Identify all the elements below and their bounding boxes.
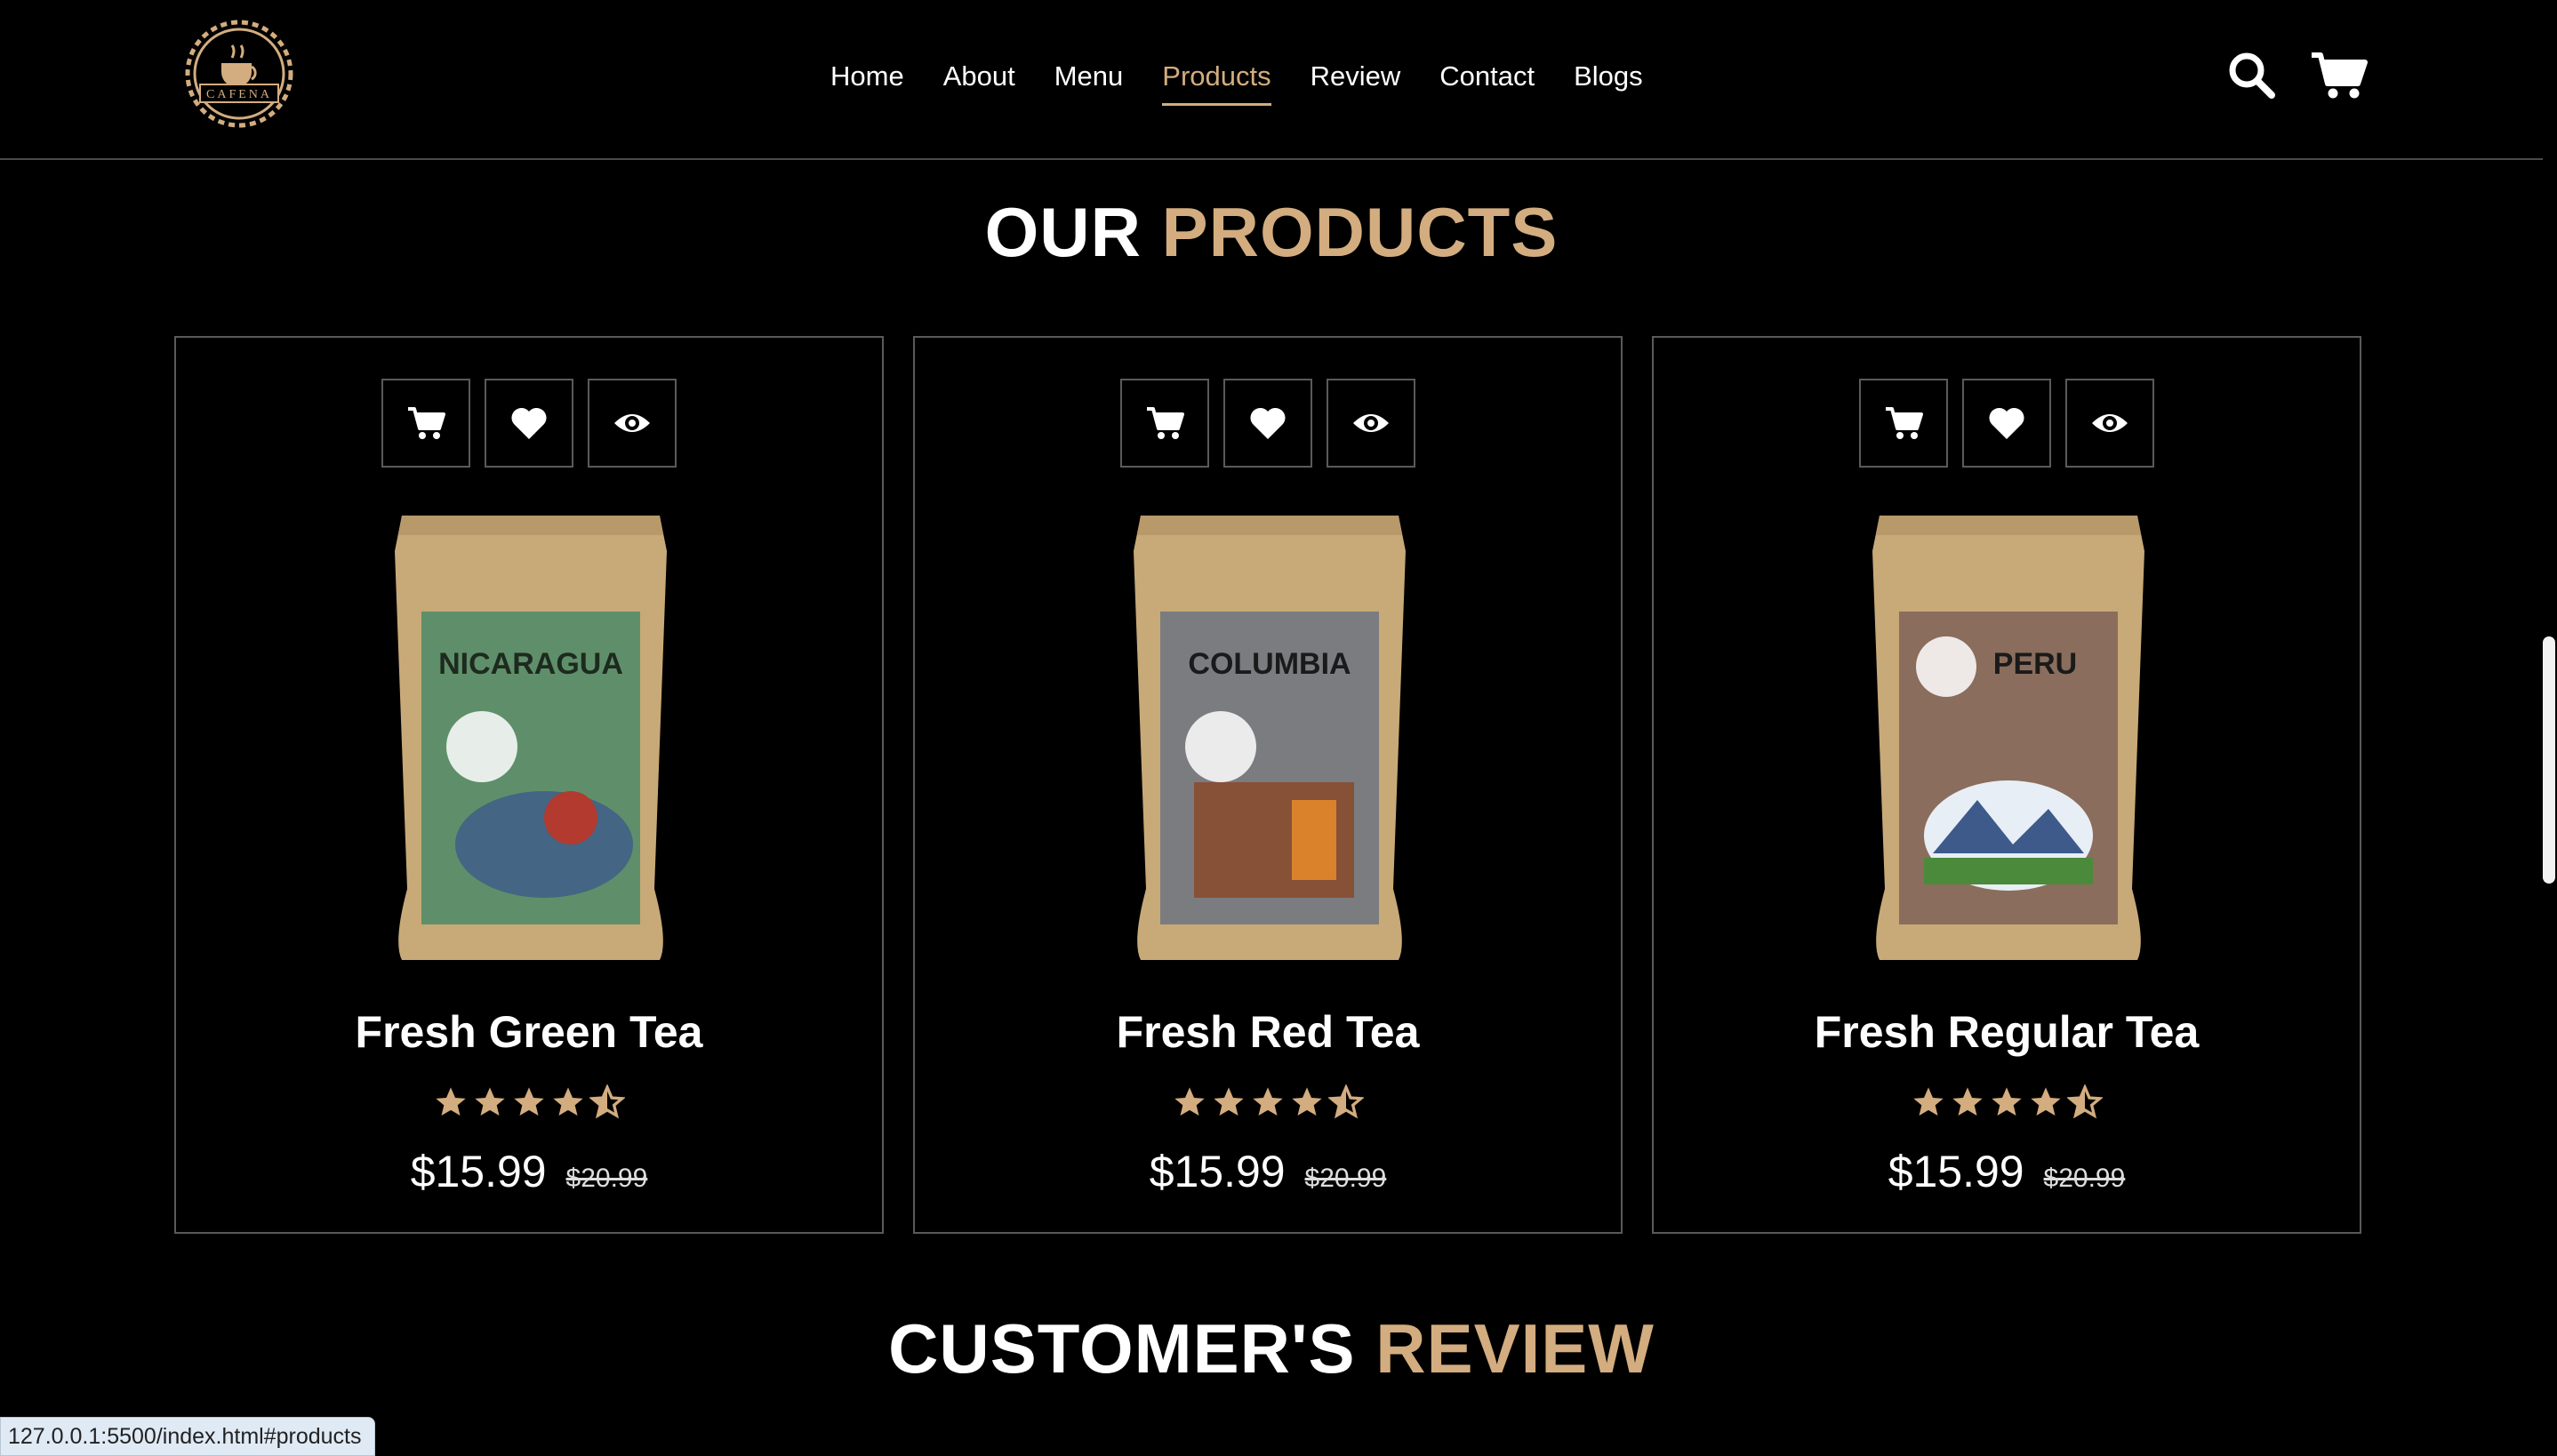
product-actions bbox=[1654, 379, 2360, 468]
products-heading: OUR PRODUCTS bbox=[0, 192, 2543, 273]
scrollbar-thumb[interactable] bbox=[2543, 636, 2555, 884]
old-price: $20.99 bbox=[2043, 1164, 2126, 1193]
old-price: $20.99 bbox=[565, 1164, 648, 1193]
star-icon bbox=[1913, 1087, 1944, 1116]
product-name: Fresh Red Tea bbox=[1116, 1007, 1420, 1057]
current-price: $15.99 bbox=[410, 1147, 547, 1196]
quick-view-button[interactable] bbox=[588, 379, 677, 468]
product-card: COLUMBIA Fresh Red Tea $15.99 $20.99 bbox=[913, 336, 1623, 1234]
main-nav: Home About Menu Products Review Contact … bbox=[830, 55, 1643, 108]
product-price: $15.99 $20.99 bbox=[176, 1145, 882, 1205]
nav-blogs[interactable]: Blogs bbox=[1574, 55, 1643, 103]
eye-icon bbox=[614, 414, 650, 432]
heart-icon bbox=[511, 407, 547, 439]
star-icon bbox=[1992, 1087, 2022, 1116]
nav-review[interactable]: Review bbox=[1311, 55, 1401, 103]
cart-icon bbox=[408, 407, 445, 439]
search-icon[interactable] bbox=[2226, 50, 2276, 100]
product-actions bbox=[176, 379, 882, 468]
star-icon bbox=[514, 1087, 544, 1116]
add-to-cart-button[interactable] bbox=[381, 379, 470, 468]
star-icon bbox=[1253, 1087, 1283, 1116]
cart-icon bbox=[1886, 407, 1923, 439]
wishlist-button[interactable] bbox=[485, 379, 573, 468]
bag-origin-text: PERU bbox=[1993, 647, 2077, 681]
nav-menu[interactable]: Menu bbox=[1054, 55, 1124, 103]
nav-contact[interactable]: Contact bbox=[1439, 55, 1535, 103]
review-heading: CUSTOMER'S REVIEW bbox=[0, 1308, 2543, 1389]
product-price: $15.99 $20.99 bbox=[915, 1145, 1621, 1205]
cart-icon[interactable] bbox=[2310, 50, 2369, 100]
product-name: Fresh Regular Tea bbox=[1814, 1007, 2200, 1057]
eye-icon bbox=[1353, 414, 1389, 432]
star-rating bbox=[915, 1084, 1621, 1120]
current-price: $15.99 bbox=[1149, 1147, 1286, 1196]
bag-origin-text: COLUMBIA bbox=[1188, 647, 1351, 681]
heart-icon bbox=[1250, 407, 1286, 439]
star-rating bbox=[176, 1084, 882, 1120]
star-icon bbox=[1292, 1087, 1322, 1116]
star-icon bbox=[475, 1087, 505, 1116]
star-icon bbox=[2031, 1087, 2061, 1116]
nav-home[interactable]: Home bbox=[830, 55, 904, 103]
product-card: NICARAGUA Fresh Green Tea $15.99 $20.99 bbox=[174, 336, 884, 1234]
wishlist-button[interactable] bbox=[1962, 379, 2051, 468]
star-icon bbox=[1174, 1087, 1205, 1116]
quick-view-button[interactable] bbox=[2065, 379, 2154, 468]
star-icon bbox=[436, 1087, 466, 1116]
product-price: $15.99 $20.99 bbox=[1654, 1145, 2360, 1205]
products-heading-accent: PRODUCTS bbox=[1161, 193, 1559, 271]
site-header: CAFENA Home About Menu Products Review C… bbox=[0, 0, 2543, 160]
coffee-bag-image: PERU bbox=[1872, 516, 2144, 960]
cart-icon bbox=[1147, 407, 1184, 439]
eye-icon bbox=[2092, 414, 2128, 432]
star-rating bbox=[1654, 1084, 2360, 1120]
star-icon bbox=[1952, 1087, 1983, 1116]
add-to-cart-button[interactable] bbox=[1120, 379, 1209, 468]
wishlist-button[interactable] bbox=[1223, 379, 1312, 468]
nav-products[interactable]: Products bbox=[1162, 55, 1271, 106]
coffee-bag-image: NICARAGUA bbox=[395, 516, 667, 960]
review-heading-accent: REVIEW bbox=[1375, 1309, 1655, 1388]
star-half-icon bbox=[2067, 1084, 2103, 1119]
product-actions bbox=[915, 379, 1621, 468]
current-price: $15.99 bbox=[1888, 1147, 2024, 1196]
quick-view-button[interactable] bbox=[1327, 379, 1415, 468]
logo-text: CAFENA bbox=[206, 88, 272, 101]
star-icon bbox=[1214, 1087, 1244, 1116]
products-heading-plain: OUR bbox=[984, 193, 1142, 271]
status-url: 127.0.0.1:5500/index.html#products bbox=[0, 1417, 375, 1456]
cafena-logo[interactable]: CAFENA bbox=[174, 20, 304, 128]
review-heading-plain: CUSTOMER'S bbox=[888, 1309, 1356, 1388]
bag-origin-text: NICARAGUA bbox=[438, 647, 623, 681]
product-name: Fresh Green Tea bbox=[355, 1007, 703, 1057]
nav-about[interactable]: About bbox=[943, 55, 1015, 103]
product-card: PERU Fresh Regular Tea $15.99 $20.99 bbox=[1652, 336, 2361, 1234]
coffee-bag-image: COLUMBIA bbox=[1134, 516, 1406, 960]
star-half-icon bbox=[1328, 1084, 1364, 1119]
star-icon bbox=[553, 1087, 583, 1116]
star-half-icon bbox=[589, 1084, 625, 1119]
heart-icon bbox=[1989, 407, 2024, 439]
old-price: $20.99 bbox=[1304, 1164, 1387, 1193]
add-to-cart-button[interactable] bbox=[1859, 379, 1948, 468]
